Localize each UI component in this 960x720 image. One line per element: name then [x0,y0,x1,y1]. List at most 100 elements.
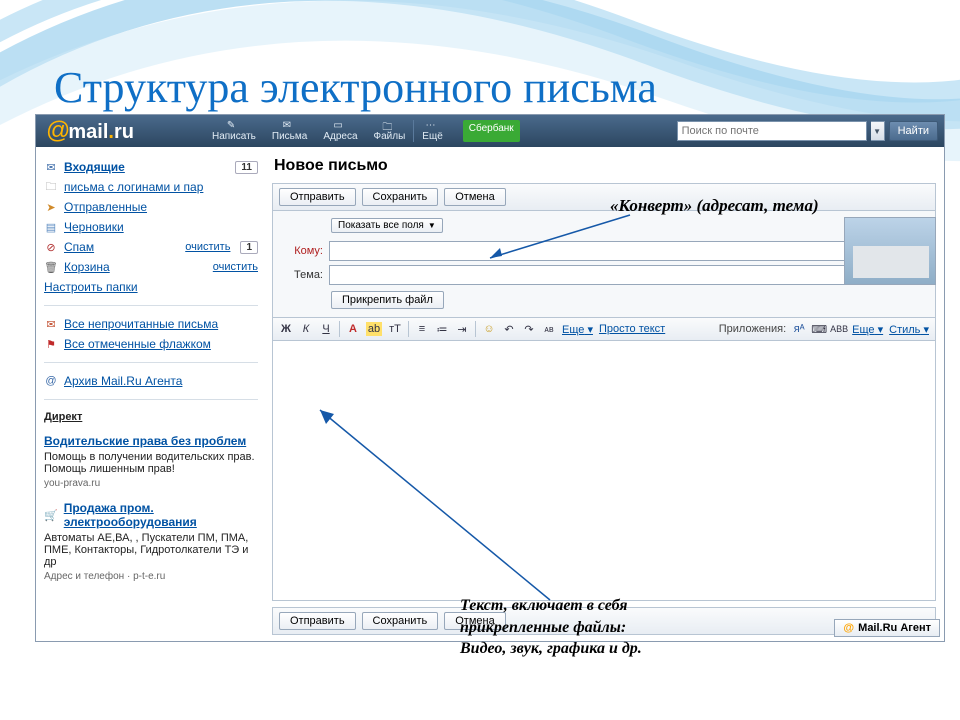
ad1-body: Помощь в получении водительских прав. По… [44,451,258,475]
link-button[interactable]: ᴀʙ [542,322,556,336]
sidebar-sent[interactable]: ➤ Отправленные [44,197,258,217]
sidebar-spam[interactable]: ⊘ Спам очистить 1 [44,237,258,257]
abc-app-icon[interactable]: ABB [832,322,846,336]
ad1-source: you-prava.ru [44,478,258,489]
to-input[interactable] [329,241,929,261]
bg-color-button[interactable]: ab [366,322,382,336]
font-size-button[interactable]: тТ [388,322,402,336]
sidebar-logins[interactable]: 🗀 письма с логинами и пар [44,177,258,197]
callout-body: Текст, включает в себя прикрепленные фай… [460,595,642,660]
sidebar-ad-2[interactable]: 🛒Продажа пром. электрооборудования Автом… [44,501,258,582]
nav-write[interactable]: ✎Написать [204,120,264,142]
nav-addresses[interactable]: ▭Адреса [315,120,365,142]
save-button-bottom[interactable]: Сохранить [362,612,439,630]
agent-label: Mail.Ru Агент [858,622,931,634]
keyboard-app-icon[interactable]: ⌨ [812,322,826,336]
search-input[interactable] [677,121,867,141]
flag-icon: ⚑ [44,338,58,350]
search-group: ▼ Найти [677,121,944,141]
subject-label: Тема: [279,269,323,281]
pencil-icon: ✎ [227,120,241,130]
sidebar-flagged-label: Все отмеченные флажком [64,337,211,351]
show-all-label: Показать все поля [338,220,424,231]
ban-icon: ⊘ [44,241,58,253]
sidebar-flagged[interactable]: ⚑ Все отмеченные флажком [44,334,258,354]
redo-button[interactable]: ↷ [522,322,536,336]
nav-more[interactable]: ⋯Ещё [413,120,450,142]
sidebar-direct: Директ [44,408,258,426]
sidebar-sent-label: Отправленные [64,200,147,214]
callout-body-line1: Текст, включает в себя [460,595,642,617]
sidebar-inbox[interactable]: ✉ Входящие 11 [44,157,258,177]
logo[interactable]: @ mail . ru [36,117,144,145]
bold-button[interactable]: Ж [279,322,293,336]
toolbar-more[interactable]: Еще ▾ [562,323,593,336]
sidebar-spam-label: Спам [64,240,94,254]
dots-icon: ⋯ [426,120,440,130]
ad1-title: Водительские права без проблем [44,434,246,448]
nav-more-label: Ещё [422,131,442,142]
mailru-agent-badge[interactable]: @ Mail.Ru Агент [834,619,940,637]
apps-label: Приложения: [719,323,786,335]
indent-button[interactable]: ⇥ [455,322,469,336]
nav-files[interactable]: 🗀Файлы [366,120,414,142]
send-button[interactable]: Отправить [279,188,356,206]
sidebar-trash-label: Корзина [64,260,110,274]
style-menu[interactable]: Стиль ▾ [889,323,929,336]
save-button[interactable]: Сохранить [362,188,439,206]
list-button[interactable]: ≔ [435,322,449,336]
search-button[interactable]: Найти [889,121,938,141]
navbar: @ mail . ru ✎Написать ✉Письма ▭Адреса 🗀Ф… [36,115,944,147]
subject-row: Тема: [279,265,929,285]
attach-button[interactable]: Прикрепить файл [331,291,444,309]
compose-title: Новое письмо [272,153,936,183]
callout-envelope: «Конверт» (адресат, тема) [610,196,819,216]
action-bar-top: Отправить Сохранить Отмена [272,183,936,211]
subject-input[interactable] [329,265,929,285]
envelope-panel: Показать все поля▼ Кому: Тема: Прикрепит… [272,211,936,318]
trash-clear[interactable]: очистить [213,261,258,273]
plain-text-toggle[interactable]: Просто текст [599,323,665,335]
editor-body[interactable] [272,341,936,601]
underline-button[interactable]: Ч [319,322,333,336]
chevron-down-icon: ▼ [428,221,436,230]
folder-icon: 🗀 [382,120,396,130]
sidebar-settings-label: Настроить папки [44,280,138,294]
mail-app-window: @ mail . ru ✎Написать ✉Письма ▭Адреса 🗀Ф… [35,114,945,642]
sidebar-unread[interactable]: ✉ Все непрочитанные письма [44,314,258,334]
envelope-icon: ✉ [44,161,58,173]
italic-button[interactable]: К [299,322,313,336]
cart-icon: 🛒 [44,509,58,521]
send-button-bottom[interactable]: Отправить [279,612,356,630]
show-all-fields[interactable]: Показать все поля ▼ [331,218,443,233]
sidebar-trash[interactable]: 🗑 Корзина очистить [44,257,258,277]
sidebar-drafts[interactable]: ▤ Черновики [44,217,258,237]
nav-sberbank[interactable]: Сбербанк [463,120,520,142]
nav-letters[interactable]: ✉Письма [264,120,315,142]
cancel-button[interactable]: Отмена [444,188,505,206]
sidebar-archive[interactable]: @ Архив Mail.Ru Агента [44,371,258,391]
undo-button[interactable]: ↶ [502,322,516,336]
nav-write-label: Написать [212,131,256,142]
style-label: Стиль [889,324,920,336]
sidebar-settings[interactable]: Настроить папки [44,277,258,297]
envelope-photo [844,217,936,285]
translate-app-icon[interactable]: яᴬ [792,322,806,336]
toolbar-more-2[interactable]: Еще ▾ [852,323,883,336]
logo-mail: mail [68,121,108,144]
emoji-button[interactable]: ☺ [482,322,496,336]
logo-ru: ru [114,121,134,144]
nav-addresses-label: Адреса [323,131,357,142]
editor-toolbar: Ж К Ч A ab тТ ≡ ≔ ⇥ ☺ ↶ ↷ ᴀʙ Еще ▾ Прост… [272,318,936,341]
book-icon: ▭ [333,120,347,130]
sidebar-ad-1[interactable]: Водительские права без проблем Помощь в … [44,434,258,489]
at-icon: @ [44,375,58,387]
sidebar-inbox-label: Входящие [64,160,125,174]
spam-clear[interactable]: очистить [185,241,230,253]
nav-items: ✎Написать ✉Письма ▭Адреса 🗀Файлы ⋯Ещё Сб… [204,120,520,142]
sidebar-logins-label: письма с логинами и пар [64,180,203,194]
nav-files-label: Файлы [374,131,406,142]
search-dropdown[interactable]: ▼ [871,121,885,141]
align-button[interactable]: ≡ [415,322,429,336]
font-color-button[interactable]: A [346,322,360,336]
